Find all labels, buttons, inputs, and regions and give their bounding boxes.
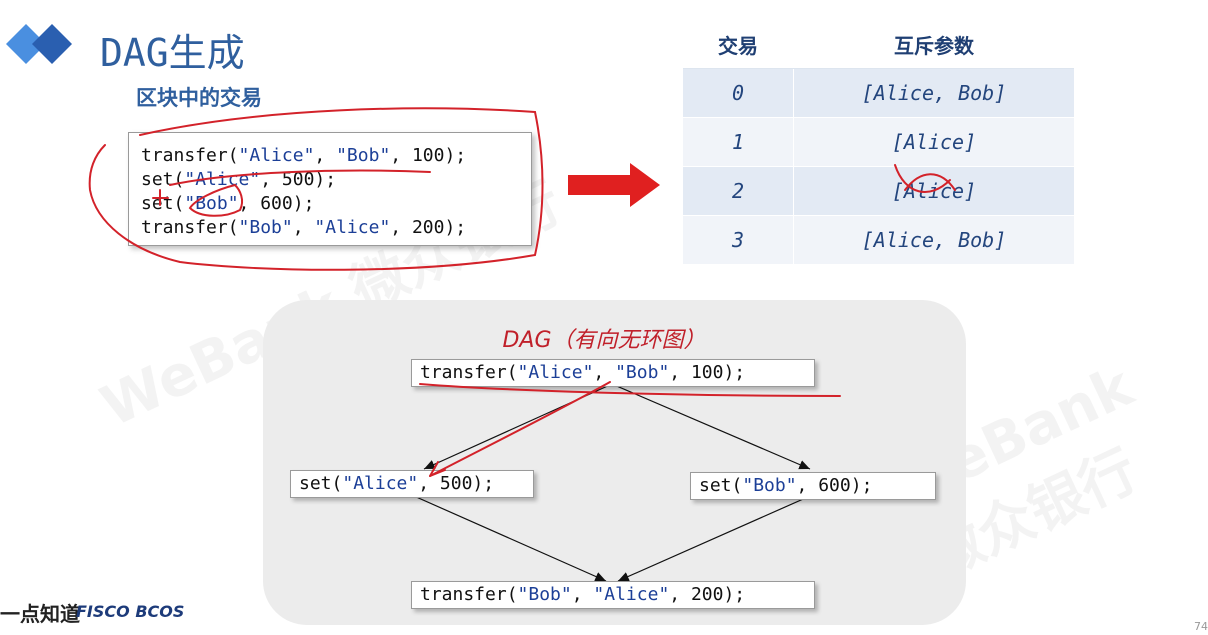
code-line: transfer("Bob", "Alice", 200);	[141, 217, 467, 238]
table-row: 0 [Alice, Bob]	[683, 68, 1074, 118]
dag-node-tx0: transfer("Alice", "Bob", 100);	[411, 359, 815, 387]
table-row: 3 [Alice, Bob]	[683, 215, 1074, 264]
params-cell: [Alice, Bob]	[793, 68, 1074, 118]
dag-node-tx2: set("Bob", 600);	[690, 472, 936, 500]
tx-cell: 1	[683, 117, 794, 167]
header-tx: 交易	[683, 20, 794, 69]
params-cell: [Alice, Bob]	[793, 215, 1074, 264]
dag-node-tx1: set("Alice", 500);	[290, 470, 534, 498]
dag-node-tx3: transfer("Bob", "Alice", 200);	[411, 581, 815, 609]
table-header-row: 交易 互斥参数	[683, 20, 1074, 69]
mutex-param-table: 交易 互斥参数 0 [Alice, Bob] 1 [Alice] 2 [Alic…	[683, 20, 1074, 264]
tx-cell: 2	[683, 166, 794, 216]
params-cell: [Alice]	[793, 166, 1074, 216]
footer-logo-text: 一点知道	[0, 602, 80, 626]
transaction-code-block: transfer("Alice", "Bob", 100); set("Alic…	[128, 132, 532, 246]
title-diamond-icon	[6, 24, 72, 64]
header-params: 互斥参数	[793, 20, 1074, 69]
footer-brand: FISCO BCOS	[76, 602, 185, 621]
code-line: set("Bob", 600);	[141, 193, 315, 214]
tx-cell: 0	[683, 68, 794, 118]
code-line: transfer("Alice", "Bob", 100);	[141, 145, 467, 166]
arrow-right-icon	[568, 163, 660, 207]
code-line: set("Alice", 500);	[141, 169, 337, 190]
tx-cell: 3	[683, 215, 794, 264]
dag-title: DAG（有向无环图）	[502, 328, 706, 353]
page-number: 74	[1194, 620, 1208, 633]
table-row: 1 [Alice]	[683, 117, 1074, 167]
section-subtitle: 区块中的交易	[136, 86, 262, 110]
page-title: DAG生成	[100, 31, 245, 75]
table-row: 2 [Alice]	[683, 166, 1074, 216]
params-cell: [Alice]	[793, 117, 1074, 167]
